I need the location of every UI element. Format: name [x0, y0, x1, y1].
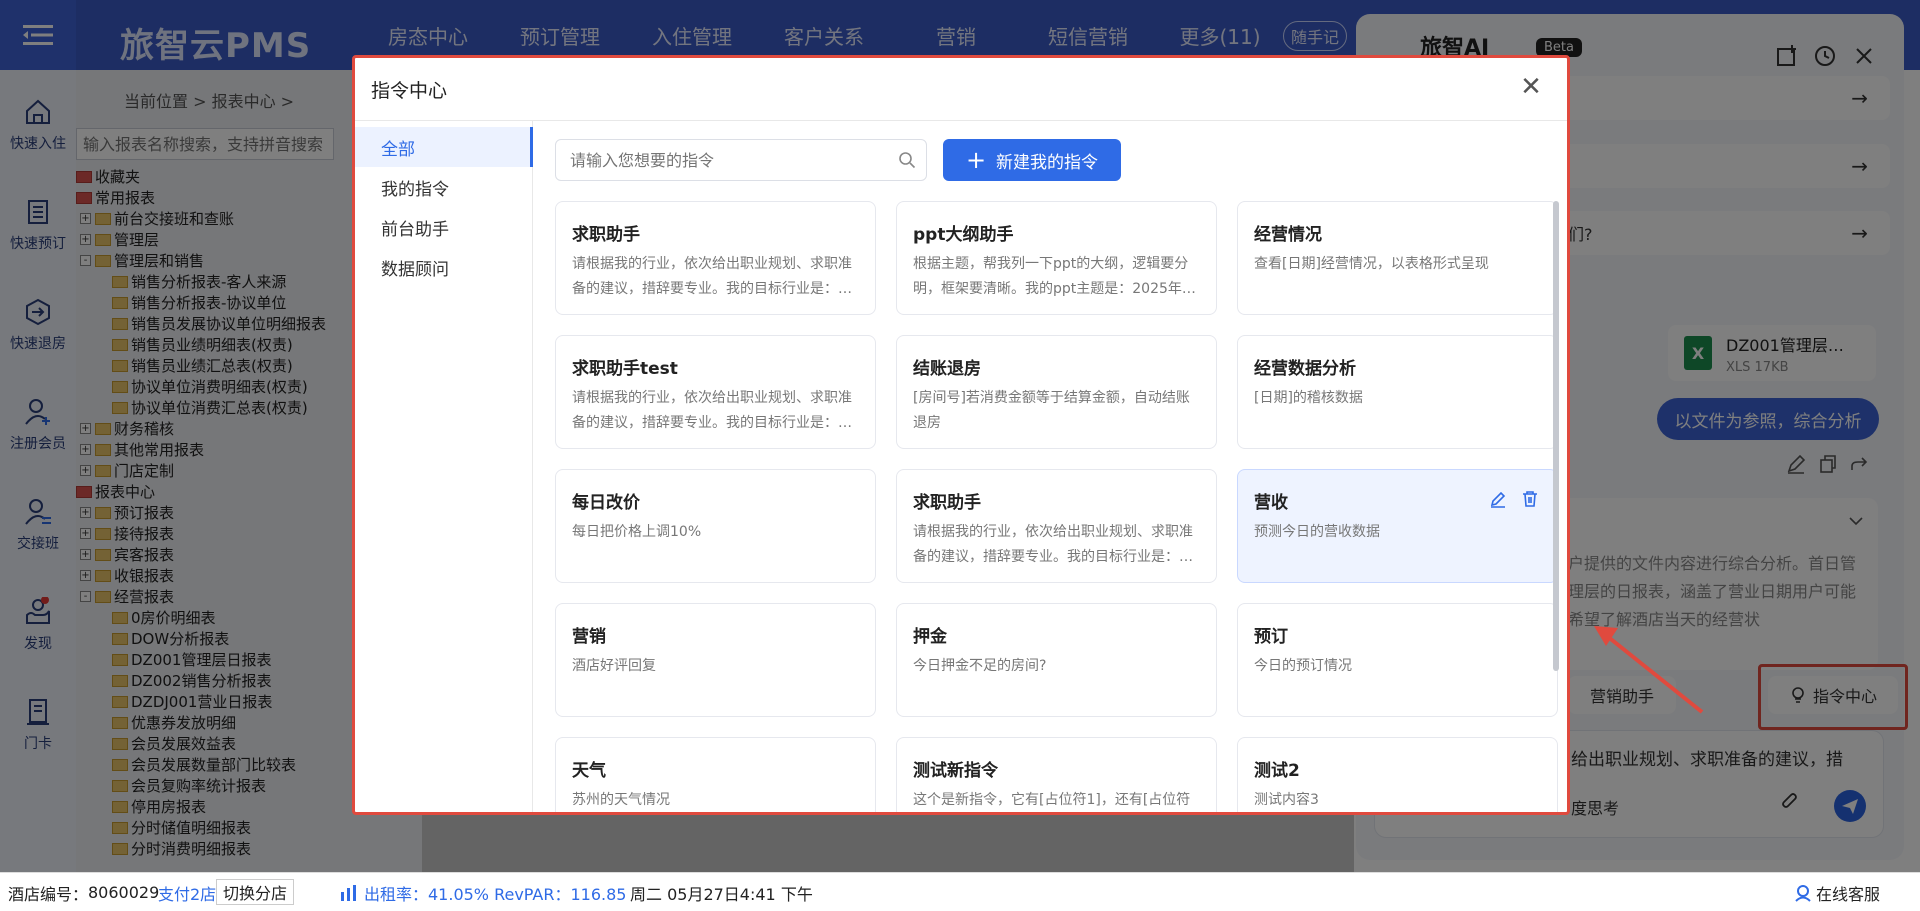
switch-branch-button[interactable]: 切换分店	[216, 879, 295, 905]
command-card-title: 经营情况	[1254, 225, 1322, 245]
command-card-desc: 每日把价格上调10%	[572, 524, 702, 540]
status-bar: 酒店编号： 8060029 支付2店 切换分店 出租率：41.05% RevPA…	[0, 872, 1920, 911]
command-card[interactable]: 求职助手请根据我的行业，依次给出职业规划、求职准备的建议，措辞要专业。我的目标行…	[896, 469, 1217, 583]
command-center-modal: 指令中心 ✕ 全部我的指令前台助手数据顾问 + 新建我的指令 求职助手请根据我的…	[352, 55, 1570, 815]
command-card[interactable]: 营销 酒店好评回复	[555, 603, 876, 717]
command-card-desc: [房间号]若消费金额等于结算金额，自动结账退房	[913, 390, 1190, 431]
command-card-desc: 这个是新指令，它有[占位符1]，还有[占位符2]，所以我们的占位符号是这样使用的	[913, 792, 1191, 808]
command-card[interactable]: 经营数据分析 [日期]的稽核数据	[1237, 335, 1558, 449]
annotation-arrow	[1594, 626, 1704, 714]
command-card[interactable]: 天气 苏州的天气情况	[555, 737, 876, 812]
command-card[interactable]: 经营情况查看[日期]经营情况，以表格形式呈现	[1237, 201, 1558, 315]
category-tab[interactable]: 我的指令	[355, 167, 533, 207]
modal-header: 指令中心 ✕	[355, 58, 1567, 121]
command-card-desc: 酒店好评回复	[572, 658, 656, 674]
category-list: 全部 我的指令 前台助手 数据顾问	[355, 121, 533, 812]
bar-chart-icon	[340, 873, 358, 911]
command-search-input[interactable]	[555, 139, 927, 181]
command-card-desc: 测试内容3	[1254, 792, 1319, 808]
category-tab[interactable]: 前台助手	[355, 207, 533, 247]
command-card-title: 营销	[572, 627, 606, 647]
command-card-title: 求职助手	[572, 225, 640, 245]
category-tab[interactable]: 数据顾问	[355, 247, 533, 287]
new-command-label: 新建我的指令	[996, 152, 1099, 173]
modal-title: 指令中心	[371, 80, 448, 102]
command-card-title: 求职助手test	[572, 359, 678, 379]
command-card-desc: 请根据我的行业，依次给出职业规划、求职准备的建议，措辞要专业。我的目标行业是：互…	[572, 256, 852, 297]
command-card[interactable]: 测试2 测试内容3	[1237, 737, 1558, 812]
command-card[interactable]: 押金今日押金不足的房间?	[896, 603, 1217, 717]
command-card-desc: 今日的预订情况	[1254, 658, 1352, 674]
command-card-title: 营收	[1254, 493, 1288, 513]
command-card-title: 求职助手	[913, 493, 981, 513]
command-card-desc: 今日押金不足的房间?	[913, 658, 1047, 674]
command-card-title: 测试2	[1254, 761, 1300, 781]
command-card-title: 每日改价	[572, 493, 640, 513]
edit-icon[interactable]	[1489, 490, 1507, 508]
command-card[interactable]: 结账退房 [房间号]若消费金额等于结算金额，自动结账退房	[896, 335, 1217, 449]
plus-icon: +	[965, 146, 987, 174]
command-card-title: 天气	[572, 761, 606, 781]
command-card-title: 经营数据分析	[1254, 359, 1356, 379]
command-card-title: 预订	[1254, 627, 1288, 647]
scrollbar[interactable]	[1553, 201, 1559, 671]
branch-name[interactable]: 支付2店	[158, 873, 216, 911]
search-icon[interactable]	[898, 151, 916, 169]
command-card-desc: 请根据我的行业，依次给出职业规划、求职准备的建议，措辞要专业。我的目标行业是：互…	[572, 390, 852, 431]
command-card-grid: 求职助手请根据我的行业，依次给出职业规划、求职准备的建议，措辞要专业。我的目标行…	[555, 201, 1558, 812]
date-time: 周二 05月27日4:41 下午	[630, 884, 813, 904]
command-card-desc: 苏州的天气情况	[572, 792, 670, 808]
command-card-title: ppt大纲助手	[913, 225, 1014, 245]
command-card-desc: 请根据我的行业，依次给出职业规划、求职准备的建议，措辞要专业。我的目标行业是：互…	[913, 524, 1193, 565]
command-card-title: 押金	[913, 627, 947, 647]
command-card[interactable]: 求职助手test 请根据我的行业，依次给出职业规划、求职准备的建议，措辞要专业。我…	[555, 335, 876, 449]
command-card[interactable]: 每日改价每日把价格上调10%	[555, 469, 876, 583]
command-card[interactable]: 预订 今日的预订情况	[1237, 603, 1558, 717]
command-card-desc: 根据主题，帮我列一下ppt的大纲，逻辑要分明，框架要清晰。我的ppt主题是：20…	[913, 256, 1196, 297]
command-card-title: 测试新指令	[913, 761, 998, 781]
occupancy-stats: 出租率：41.05% RevPAR：116.85	[364, 884, 627, 904]
hotel-number: 8060029	[88, 883, 160, 902]
command-card-desc: [日期]的稽核数据	[1254, 390, 1363, 406]
trash-icon[interactable]	[1521, 490, 1539, 508]
command-card[interactable]: 营收预测今日的营收数据	[1237, 469, 1558, 583]
category-tab[interactable]: 全部	[355, 127, 533, 167]
new-command-button[interactable]: + 新建我的指令	[943, 139, 1121, 181]
command-card-desc: 查看[日期]经营情况，以表格形式呈现	[1254, 256, 1489, 272]
command-card-desc: 预测今日的营收数据	[1254, 524, 1380, 540]
headset-icon	[1794, 873, 1812, 911]
close-icon[interactable]: ✕	[1517, 74, 1545, 102]
online-service-link[interactable]: 在线客服	[1816, 873, 1880, 911]
command-card-title: 结账退房	[913, 359, 981, 379]
command-card[interactable]: 测试新指令这个是新指令，它有[占位符1]，还有[占位符2]，所以我们的占位符号是…	[896, 737, 1217, 812]
command-card[interactable]: ppt大纲助手根据主题，帮我列一下ppt的大纲，逻辑要分明，框架要清晰。我的pp…	[896, 201, 1217, 315]
hotel-number-label: 酒店编号：	[8, 884, 89, 904]
command-card[interactable]: 求职助手请根据我的行业，依次给出职业规划、求职准备的建议，措辞要专业。我的目标行…	[555, 201, 876, 315]
